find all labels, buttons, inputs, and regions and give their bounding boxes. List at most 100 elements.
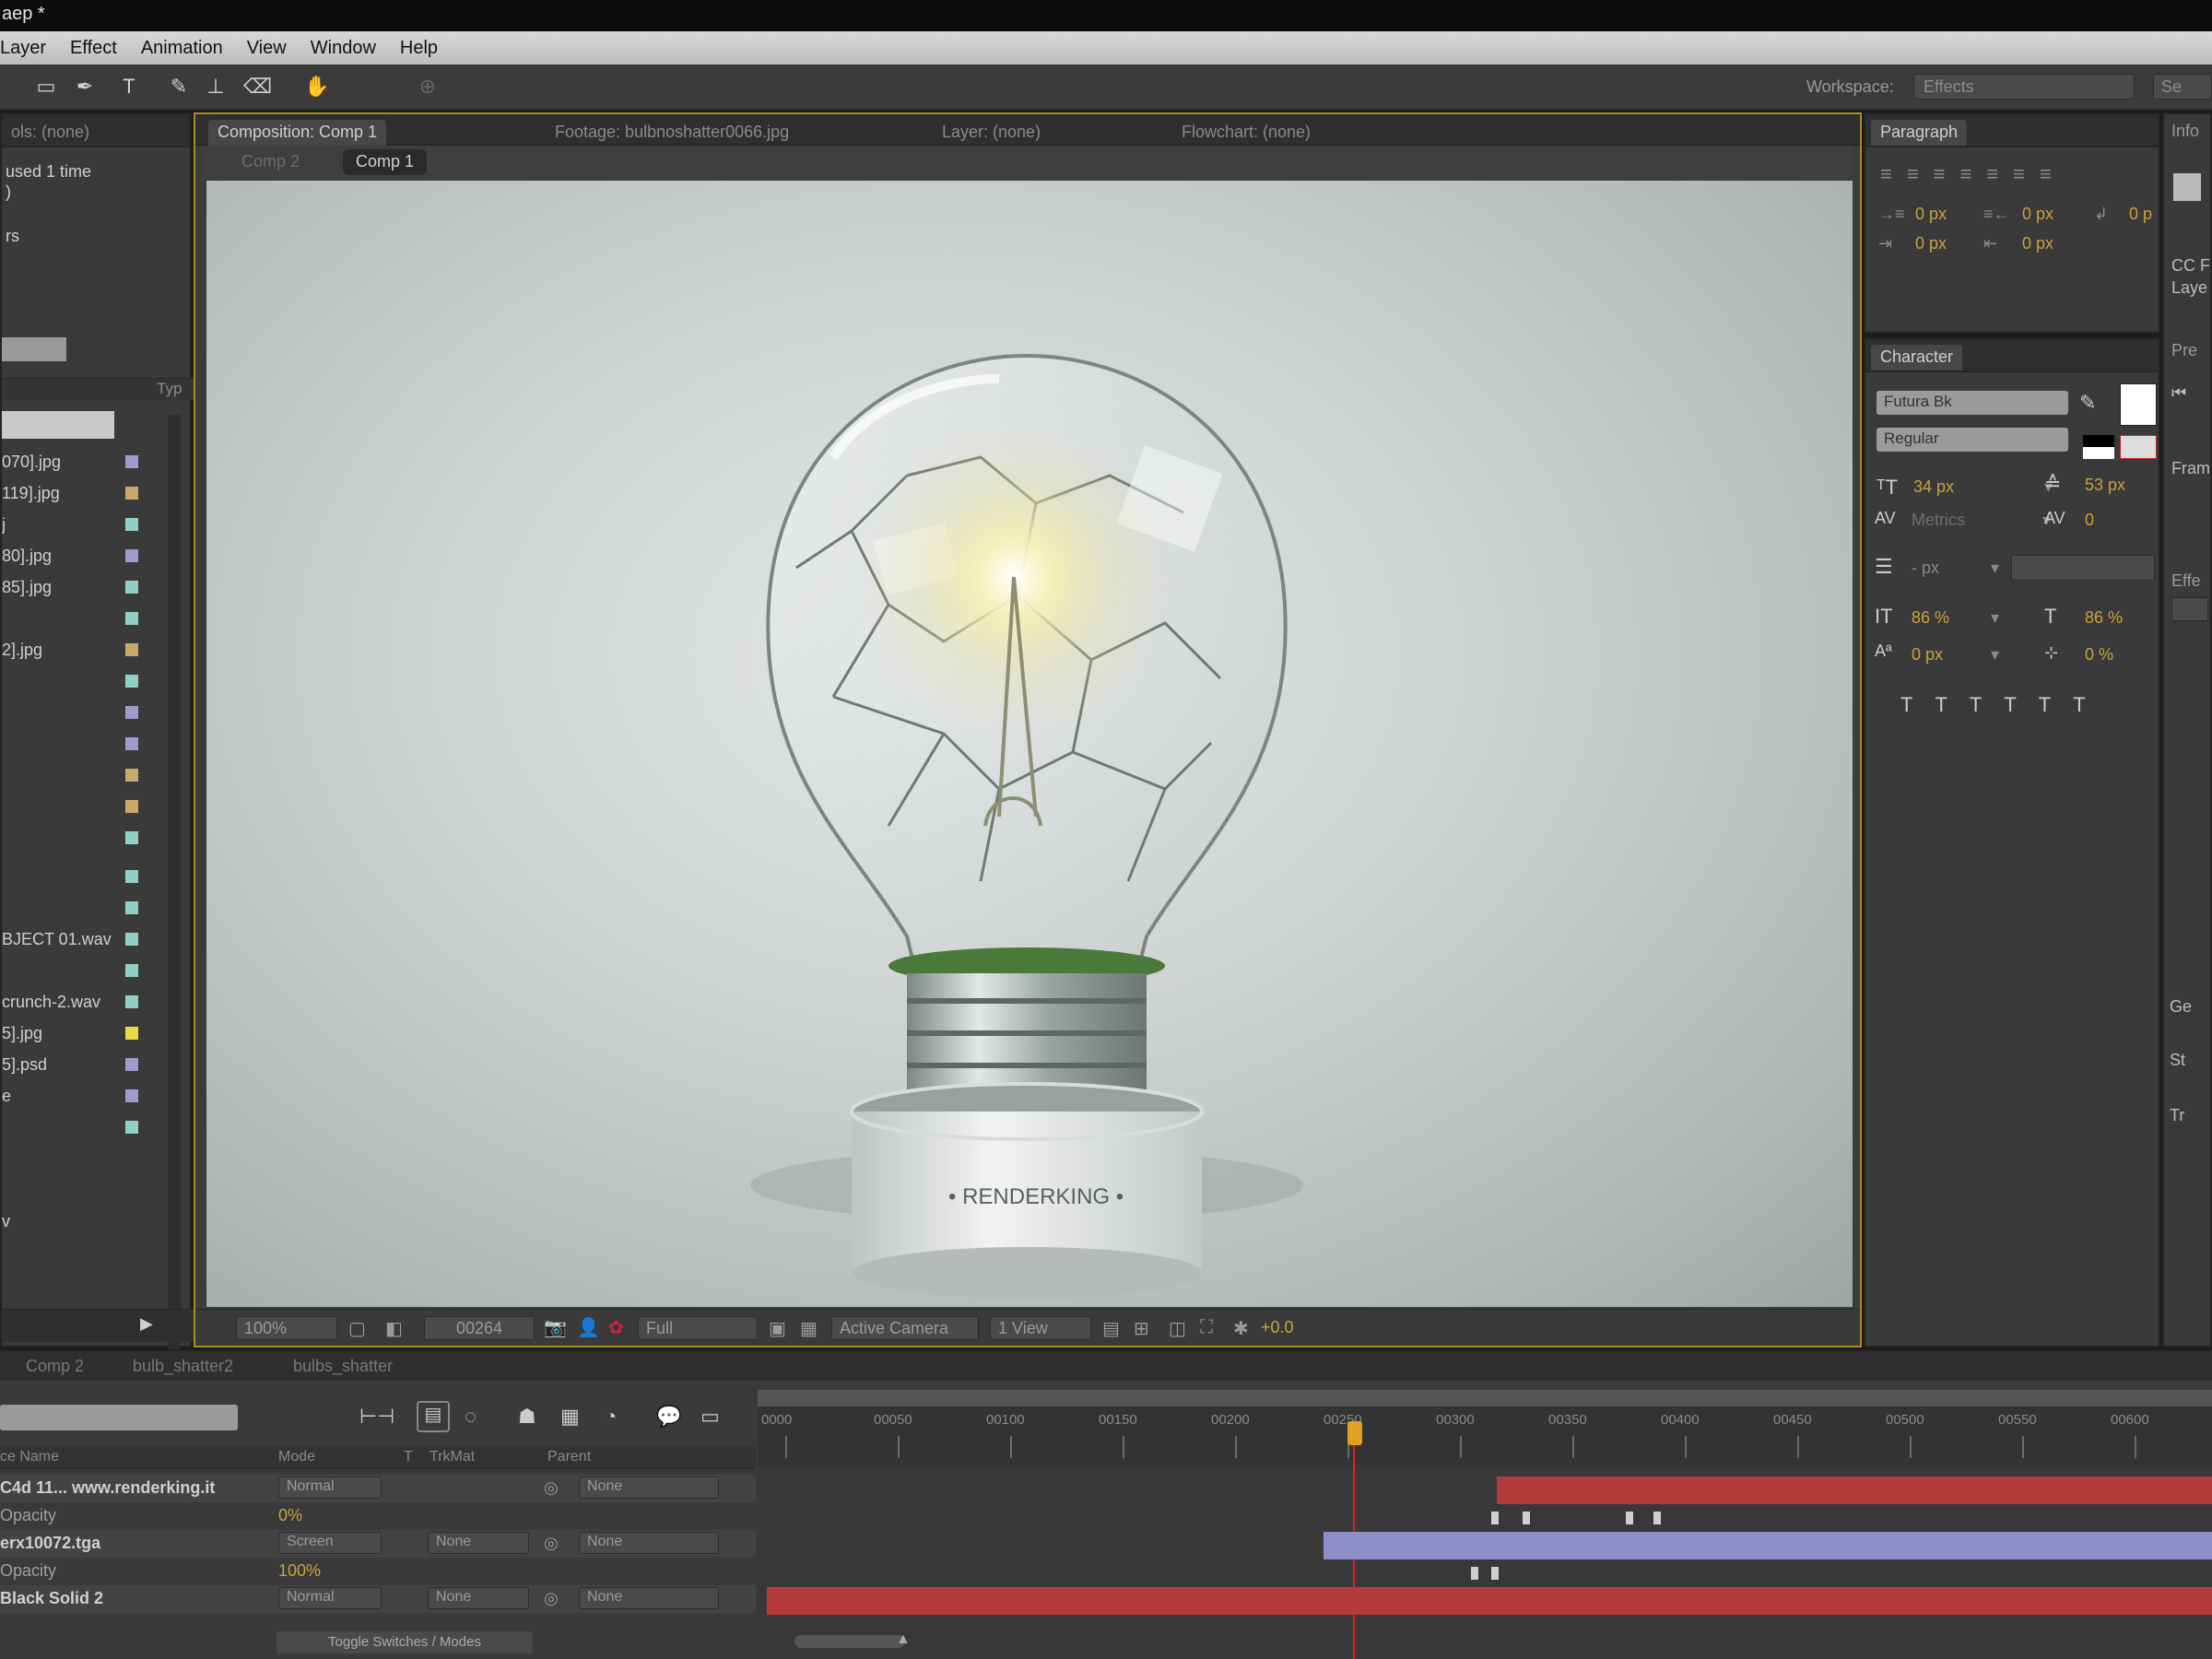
label-color-swatch[interactable] xyxy=(125,487,138,500)
effects-search-field[interactable] xyxy=(2171,597,2208,621)
label-color-swatch[interactable] xyxy=(125,706,138,719)
pickwhip-icon[interactable]: ◎ xyxy=(544,1478,559,1498)
snapshot-camera-icon[interactable]: 📷 xyxy=(544,1316,567,1339)
label-color-swatch[interactable] xyxy=(125,995,138,1008)
work-area-bar[interactable] xyxy=(758,1390,2212,1406)
toggle-switches-modes-button[interactable]: Toggle Switches / Modes xyxy=(276,1631,533,1653)
track-matte-dropdown[interactable]: None xyxy=(428,1532,529,1554)
eraser-tool-icon[interactable]: ⌫ xyxy=(243,74,272,100)
column-t[interactable]: T xyxy=(404,1449,413,1465)
breadcrumb-comp1[interactable]: Comp 1 xyxy=(343,149,428,175)
indent-first-value[interactable]: 0 p xyxy=(2129,205,2152,224)
column-parent[interactable]: Parent xyxy=(547,1449,591,1465)
project-item[interactable] xyxy=(2,957,122,984)
breadcrumb-comp2[interactable]: Comp 2 xyxy=(229,149,312,175)
safe-margins-icon[interactable]: ▢ xyxy=(348,1317,366,1340)
playhead-handle[interactable] xyxy=(1347,1421,1362,1445)
toggle-pixel-aspect-icon[interactable]: ▤ xyxy=(1102,1317,1120,1340)
project-item[interactable]: crunch-2.wav xyxy=(2,988,122,1016)
info-tab[interactable]: Info xyxy=(2171,122,2199,141)
label-color-swatch[interactable] xyxy=(125,643,138,656)
label-color-swatch[interactable] xyxy=(125,800,138,813)
brush-tool-icon[interactable]: ✎ xyxy=(166,74,192,100)
parent-dropdown[interactable]: None xyxy=(579,1587,719,1609)
motion-blur-icon[interactable]: ◔ xyxy=(605,1405,617,1429)
project-item[interactable]: 2].jpg xyxy=(2,636,122,664)
project-item[interactable]: v xyxy=(2,1207,122,1235)
skip-back-icon[interactable]: ⏮ xyxy=(2171,383,2186,403)
label-color-swatch[interactable] xyxy=(125,1058,138,1071)
space-before-value[interactable]: 0 px xyxy=(1915,234,1947,253)
layer-name[interactable]: erx10072.tga xyxy=(0,1534,100,1553)
label-color-swatch[interactable] xyxy=(125,1089,138,1102)
blend-mode-dropdown[interactable]: Normal xyxy=(278,1477,382,1499)
project-item[interactable] xyxy=(2,730,122,758)
menu-layer[interactable]: Layer xyxy=(0,38,46,59)
pen-tool-icon[interactable]: ✒ xyxy=(72,74,98,100)
layer-name[interactable]: Black Solid 2 xyxy=(0,1589,103,1608)
label-color-swatch[interactable] xyxy=(125,455,138,468)
show-snapshot-icon[interactable]: 👤 xyxy=(577,1316,600,1339)
project-item[interactable]: 85].jpg xyxy=(2,573,122,601)
menu-animation[interactable]: Animation xyxy=(141,38,223,59)
label-color-swatch[interactable] xyxy=(125,1121,138,1134)
label-color-swatch[interactable] xyxy=(125,769,138,782)
font-family-dropdown[interactable]: Futura Bk xyxy=(1877,391,2068,415)
paragraph-tab[interactable]: Paragraph xyxy=(1871,120,1968,146)
live-update-icon[interactable]: ▤ xyxy=(417,1401,450,1432)
graph-editor-icon[interactable]: ▭ xyxy=(700,1405,720,1429)
project-item[interactable]: 80].jpg xyxy=(2,542,122,570)
character-tab[interactable]: Character xyxy=(1871,345,1963,371)
search-help-field[interactable]: Se xyxy=(2153,74,2212,100)
rectangle-tool-icon[interactable]: ▭ xyxy=(33,74,59,100)
label-color-swatch[interactable] xyxy=(125,675,138,688)
blend-mode-dropdown[interactable]: Screen xyxy=(278,1532,382,1554)
shy-layers-icon[interactable]: ☗ xyxy=(518,1405,536,1429)
layer-row[interactable]: erx10072.tga Screen None ◎ None xyxy=(0,1530,756,1558)
property-value[interactable]: 100% xyxy=(278,1561,321,1581)
label-color-swatch[interactable] xyxy=(125,518,138,531)
project-tab[interactable]: ols: (none) xyxy=(2,120,99,146)
label-color-swatch[interactable] xyxy=(125,737,138,750)
font-size-value[interactable]: 34 px xyxy=(1913,477,1954,497)
zoom-slider[interactable] xyxy=(794,1635,905,1648)
composition-viewer[interactable]: • RENDERKING • xyxy=(206,181,1853,1307)
column-mode[interactable]: Mode xyxy=(278,1449,315,1465)
puppet-tool-icon[interactable]: ✋ xyxy=(304,74,330,100)
indent-right-value[interactable]: 0 px xyxy=(2022,205,2053,224)
project-item[interactable]: 5].psd xyxy=(2,1051,122,1078)
pickwhip-icon[interactable]: ◎ xyxy=(544,1589,559,1608)
camera-view-dropdown[interactable]: Active Camera xyxy=(831,1316,979,1340)
black-white-swatch[interactable] xyxy=(2083,435,2114,459)
label-color-swatch[interactable] xyxy=(125,964,138,977)
layer-name[interactable]: C4d 11... www.renderking.it xyxy=(0,1478,215,1498)
timeline-tab-bulb-shatter2[interactable]: bulb_shatter2 xyxy=(133,1357,233,1376)
project-item[interactable]: e xyxy=(2,1082,122,1110)
tab-composition[interactable]: Composition: Comp 1 xyxy=(208,120,387,146)
fill-color-swatch[interactable] xyxy=(2120,383,2157,426)
tab-flowchart[interactable]: Flowchart: (none) xyxy=(1172,120,1320,146)
workspace-dropdown[interactable]: Effects xyxy=(1913,74,2135,100)
timeline-tab-comp2[interactable]: Comp 2 xyxy=(26,1357,84,1376)
fast-previews-icon[interactable]: ⊞ xyxy=(1134,1317,1149,1340)
project-search-field[interactable] xyxy=(2,411,114,439)
transparency-grid-icon[interactable]: ▦ xyxy=(800,1317,818,1340)
project-item[interactable] xyxy=(2,699,122,726)
layer-duration-bar[interactable] xyxy=(1497,1477,2212,1504)
column-type-header[interactable]: Typ xyxy=(157,380,182,398)
project-item[interactable]: BJECT 01.wav xyxy=(2,925,122,953)
property-row[interactable]: Opacity 0% xyxy=(0,1502,756,1530)
layer-duration-bar[interactable] xyxy=(1324,1532,2212,1559)
eyedropper-icon[interactable]: ✎ xyxy=(2079,391,2096,415)
time-ruler[interactable]: 0000 00050 00100 00150 00200 00250 00300 00350 0… xyxy=(758,1406,2212,1465)
indent-left-value[interactable]: 0 px xyxy=(1915,205,1947,224)
parent-dropdown[interactable]: None xyxy=(579,1477,719,1499)
label-color-swatch[interactable] xyxy=(125,933,138,946)
project-scrollbar[interactable] xyxy=(168,415,181,1382)
frame-blending-icon[interactable]: ▦ xyxy=(560,1405,580,1429)
blend-mode-dropdown[interactable]: Normal xyxy=(278,1587,382,1609)
view-layout-dropdown[interactable]: 1 View xyxy=(990,1316,1091,1340)
zoom-in-icon[interactable]: ▲ xyxy=(896,1631,911,1648)
project-item[interactable]: 070].jpg xyxy=(2,448,122,476)
color-channel-icon[interactable]: ✿ xyxy=(608,1316,624,1339)
